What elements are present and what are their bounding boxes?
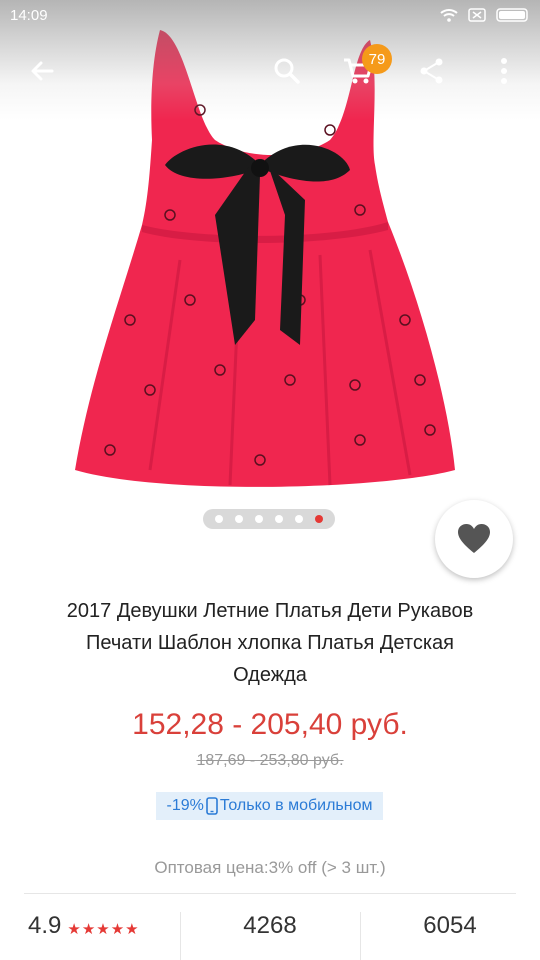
title-line: 2017 Девушки Летние Платья Дети Рукавов (66, 600, 474, 622)
wishlist-button[interactable] (435, 500, 513, 578)
mobile-only-discount-badge[interactable]: -19% Только в мобильном (156, 792, 383, 820)
share-icon (420, 58, 443, 84)
orders-stat[interactable]: 6054 (360, 912, 540, 960)
mobile-only-label: Только в мобильном (219, 797, 373, 814)
heart-icon (458, 524, 490, 553)
back-button[interactable] (14, 42, 70, 100)
share-button[interactable] (404, 42, 460, 100)
title-line: Одежда (233, 664, 307, 686)
orders-count: 6054 (423, 912, 477, 939)
rating-stat[interactable]: 4.9 ★★★★★ (28, 912, 140, 960)
cart-button[interactable]: 79 (330, 42, 392, 100)
status-time: 14:09 (10, 6, 48, 24)
back-arrow-icon (31, 61, 54, 81)
title-line: Печати Шаблон хлопка Платья Детская (86, 632, 454, 654)
rating-value: 4.9 (28, 912, 62, 939)
pagination-dot[interactable] (295, 515, 303, 523)
battery-icon (496, 8, 528, 22)
cart-count-badge: 79 (362, 44, 392, 74)
pagination-dot[interactable] (235, 515, 243, 523)
product-price: 152,28 - 205,40 руб. (132, 708, 408, 741)
top-toolbar: 79 (0, 42, 540, 100)
more-button[interactable] (476, 42, 532, 100)
rating-stars: ★★★★★ (67, 921, 140, 938)
gallery-pagination (203, 509, 335, 529)
reviews-stat[interactable]: 4268 (180, 912, 360, 960)
more-vertical-icon (501, 58, 507, 84)
phone-icon (206, 797, 218, 815)
search-icon (274, 58, 300, 84)
reviews-count: 4268 (243, 912, 297, 939)
pagination-dot[interactable] (275, 515, 283, 523)
product-title: 2017 Девушки Летние Платья Дети Рукавов … (20, 595, 520, 691)
status-bar: 14:09 (0, 0, 540, 30)
discount-percent: -19% (166, 797, 204, 814)
pagination-dot-active[interactable] (315, 515, 323, 523)
pagination-dot[interactable] (215, 515, 223, 523)
wholesale-price: Оптовая цена:3% off (> 3 шт.) (154, 858, 386, 877)
original-price: 187,69 - 253,80 руб. (196, 752, 344, 769)
divider (24, 893, 516, 894)
wifi-icon (440, 9, 458, 22)
search-button[interactable] (259, 42, 315, 100)
pagination-dot[interactable] (255, 515, 263, 523)
sim-icon (468, 8, 486, 22)
product-stats: 4.9 ★★★★★ 4268 6054 (0, 912, 540, 960)
